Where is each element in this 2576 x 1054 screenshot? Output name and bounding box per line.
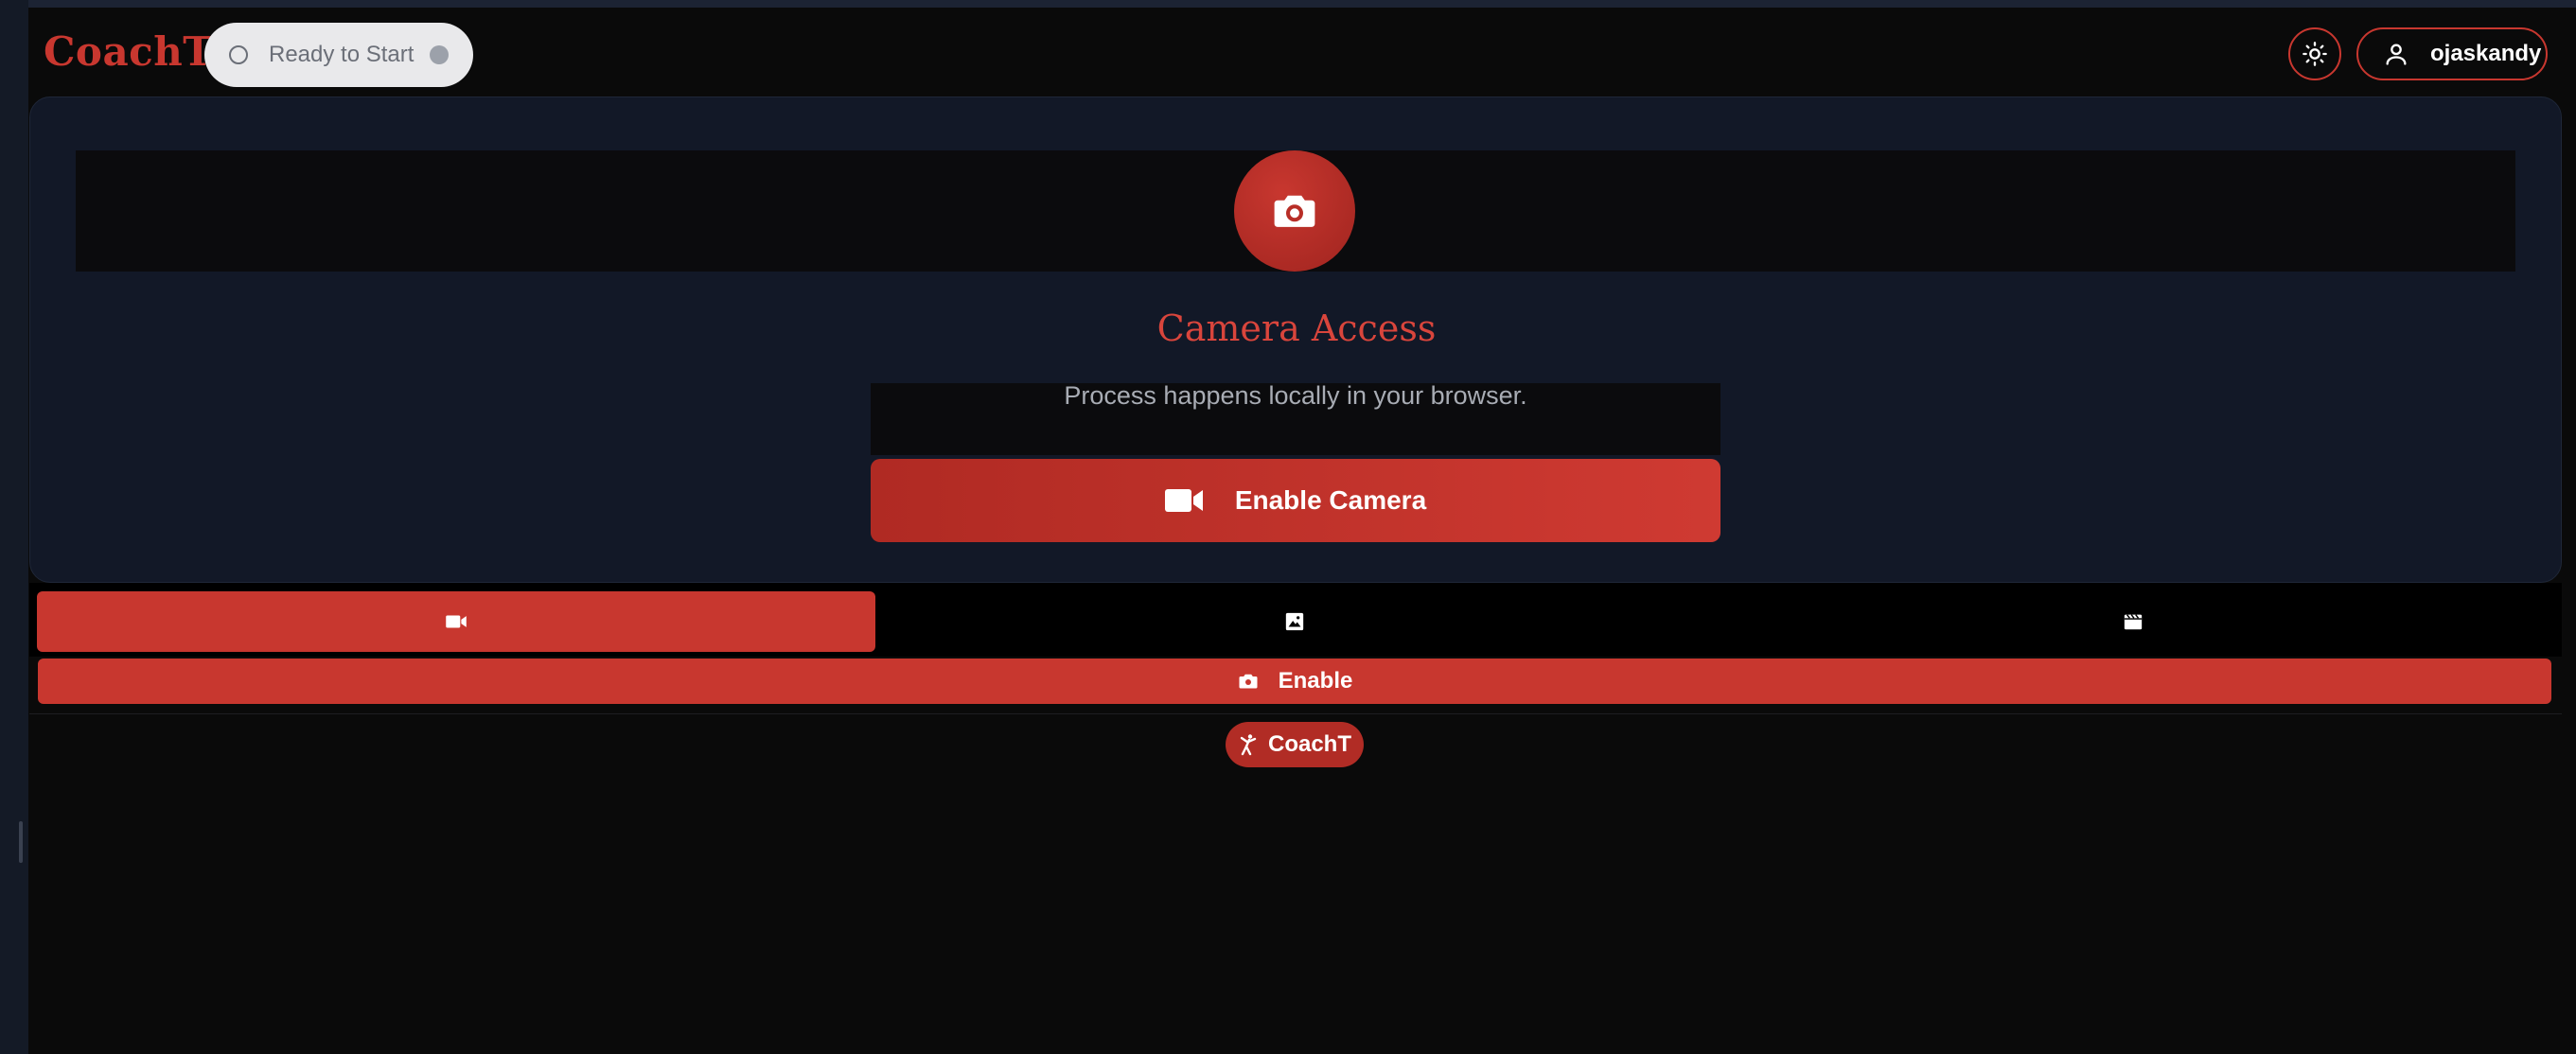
enable-camera-button[interactable]: Enable Camera	[871, 459, 1720, 542]
film-icon	[2124, 614, 2143, 630]
status-ring-icon	[229, 45, 248, 64]
coacht-badge-label: CoachT	[1267, 731, 1351, 757]
app-container: CoachT Ready to Start ojaskandy Camera A…	[28, 8, 2576, 1054]
input-mode-tabs	[29, 583, 2562, 657]
martial-arts-icon	[1240, 734, 1257, 756]
status-dot	[430, 45, 449, 64]
camera-badge	[1234, 150, 1355, 272]
video-camera-icon	[1164, 489, 1203, 512]
camera-access-title: Camera Access	[1156, 307, 1437, 349]
camera-access-card: Camera Access Process happens locally in…	[29, 97, 2562, 583]
video-camera-icon	[446, 615, 467, 628]
username-label: ojaskandy	[2430, 41, 2542, 66]
image-icon	[1285, 612, 1304, 631]
status-indicator: Ready to Start	[204, 23, 473, 87]
tab-image[interactable]	[875, 591, 1714, 652]
section-divider	[29, 713, 2562, 714]
camera-icon	[1274, 195, 1315, 227]
app-logo[interactable]: CoachT	[44, 28, 213, 75]
theme-toggle-button[interactable]	[2288, 27, 2341, 80]
enable-camera-label: Enable Camera	[1234, 485, 1427, 515]
window-top-strip	[0, 0, 2576, 8]
tab-live-camera[interactable]	[37, 591, 875, 652]
privacy-note: Process happens locally in your browser.	[1064, 381, 1527, 410]
left-sidebar-edge	[0, 0, 28, 1054]
tab-video[interactable]	[1714, 591, 2552, 652]
camera-icon	[1239, 674, 1258, 689]
sun-icon	[2303, 42, 2327, 66]
enable-button[interactable]: Enable	[38, 659, 2551, 704]
coacht-badge[interactable]: CoachT	[1226, 722, 1364, 767]
status-text: Ready to Start	[269, 42, 415, 67]
user-icon	[2386, 44, 2407, 65]
top-header: CoachT Ready to Start ojaskandy	[28, 8, 2576, 93]
enable-label: Enable	[1278, 668, 1353, 694]
resize-handle[interactable]	[19, 821, 23, 863]
user-menu-button[interactable]: ojaskandy	[2356, 27, 2548, 80]
